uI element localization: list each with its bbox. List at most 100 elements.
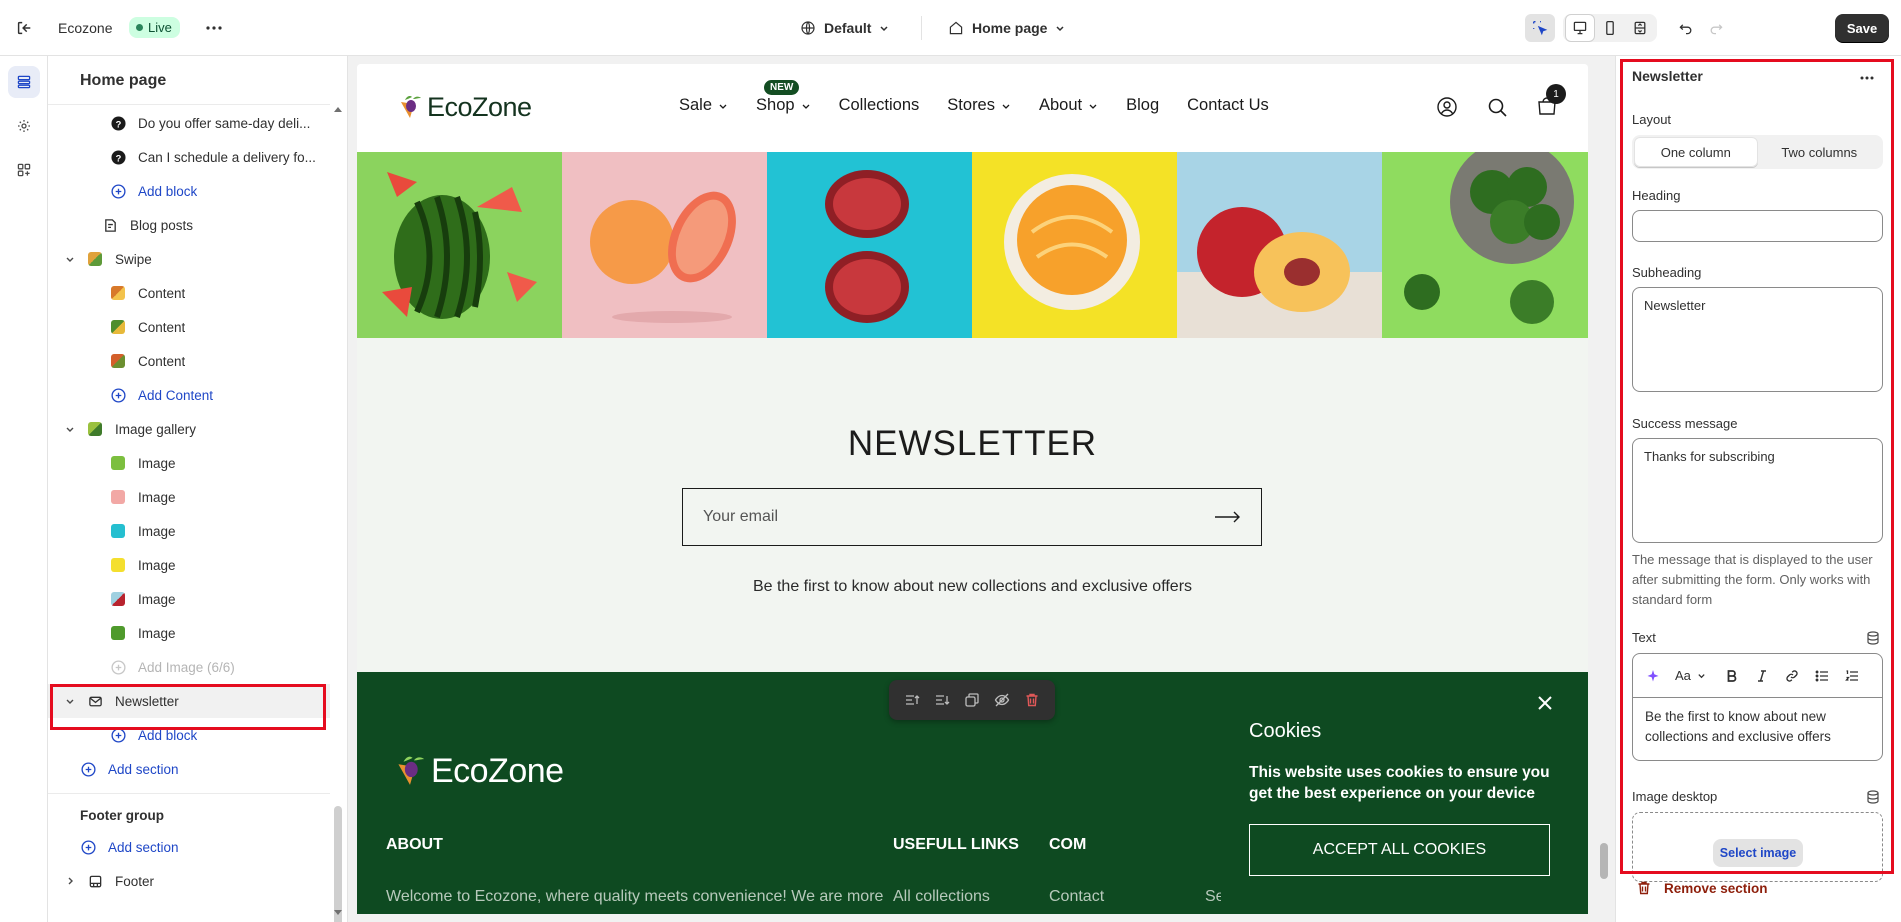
image-gallery-section[interactable] xyxy=(357,152,1588,338)
sidebar-scroll-thumb[interactable] xyxy=(334,806,342,922)
image-desktop-dropzone[interactable]: Select image xyxy=(1632,812,1883,882)
sidebar-item-faq-1[interactable]: ? Do you offer same-day deli... xyxy=(48,106,330,140)
fullwidth-view-button[interactable] xyxy=(1625,14,1655,42)
sidebar-item-blog-posts[interactable]: Blog posts xyxy=(48,208,330,242)
nav-about[interactable]: About xyxy=(1039,96,1098,115)
apps-tab[interactable] xyxy=(8,154,40,186)
cart-button[interactable]: 1 xyxy=(1536,84,1566,119)
accept-cookies-button[interactable]: ACCEPT ALL COOKIES xyxy=(1249,824,1550,876)
gallery-image-watermelon[interactable] xyxy=(357,152,562,338)
sidebar-item-image[interactable]: Image xyxy=(48,446,330,480)
duplicate-button[interactable] xyxy=(959,687,985,713)
sidebar-item-image[interactable]: Image xyxy=(48,548,330,582)
footer-link-contact[interactable]: Contact xyxy=(1049,888,1104,906)
move-up-button[interactable] xyxy=(899,687,925,713)
sections-tab[interactable] xyxy=(8,66,40,98)
theme-settings-tab[interactable] xyxy=(8,110,40,142)
sidebar-item-faq-2[interactable]: ? Can I schedule a delivery fo... xyxy=(48,140,330,174)
sidebar-item-image[interactable]: Image xyxy=(48,582,330,616)
footer-add-section-button[interactable]: Add section xyxy=(48,830,330,864)
layout-two-columns[interactable]: Two columns xyxy=(1758,137,1882,167)
select-image-button[interactable]: Select image xyxy=(1713,839,1803,867)
nav-sale[interactable]: Sale xyxy=(679,96,728,115)
add-block-button[interactable]: Add block xyxy=(48,718,330,752)
close-cookie-button[interactable] xyxy=(1534,692,1556,714)
nav-stores[interactable]: Stores xyxy=(947,96,1011,115)
page-selector[interactable]: Home page xyxy=(948,16,1065,40)
exit-button[interactable] xyxy=(12,16,36,40)
heading-input[interactable] xyxy=(1632,210,1883,242)
arrow-right-icon[interactable] xyxy=(1215,511,1241,523)
rte-content[interactable]: Be the first to know about new collectio… xyxy=(1633,698,1882,756)
font-style-dropdown[interactable]: Aa xyxy=(1671,664,1710,688)
move-down-button[interactable] xyxy=(929,687,955,713)
nav-collections[interactable]: Collections xyxy=(839,96,920,115)
footer-logo[interactable]: EcoZone xyxy=(393,752,564,791)
nav-shop[interactable]: NEW Shop xyxy=(756,80,811,115)
success-message-textarea[interactable]: Thanks for subscribing xyxy=(1632,438,1883,543)
sidebar-item-image-gallery[interactable]: Image gallery xyxy=(48,412,330,446)
chevron-down-icon[interactable] xyxy=(63,694,77,708)
ai-generate-button[interactable] xyxy=(1641,664,1665,688)
account-icon[interactable] xyxy=(1436,96,1458,118)
preview-scrollbar[interactable] xyxy=(1592,56,1614,922)
text-rich-editor[interactable]: Aa Be the first to know about new collec… xyxy=(1632,653,1883,761)
nav-contact[interactable]: Contact Us xyxy=(1187,96,1269,115)
hide-button[interactable] xyxy=(989,687,1015,713)
link-icon xyxy=(1786,669,1798,682)
chevron-right-icon[interactable] xyxy=(63,874,77,888)
sidebar-item-newsletter[interactable]: Newsletter xyxy=(48,684,330,718)
add-section-button[interactable]: Add section xyxy=(48,752,330,786)
sidebar-item-image[interactable]: Image xyxy=(48,616,330,650)
preview-scroll-thumb[interactable] xyxy=(1600,843,1608,879)
gallery-image-pomegranate[interactable] xyxy=(767,152,972,338)
delete-button[interactable] xyxy=(1019,687,1045,713)
store-logo[interactable]: EcoZone xyxy=(397,92,532,123)
sidebar-item-content[interactable]: Content xyxy=(48,276,330,310)
add-block-button[interactable]: Add block xyxy=(48,174,330,208)
gallery-image-tangerine[interactable] xyxy=(972,152,1177,338)
sidebar-item-swipe[interactable]: Swipe xyxy=(48,242,330,276)
inspector-button[interactable] xyxy=(1525,14,1555,42)
search-icon[interactable] xyxy=(1486,96,1508,118)
remove-section-button[interactable]: Remove section xyxy=(1636,880,1768,896)
sidebar-item-image[interactable]: Image xyxy=(48,480,330,514)
sections-icon xyxy=(17,75,31,89)
chevron-down-icon[interactable] xyxy=(63,252,77,266)
chevron-down-icon[interactable] xyxy=(63,422,77,436)
sidebar-item-content[interactable]: Content xyxy=(48,344,330,378)
gallery-image-peach[interactable] xyxy=(1177,152,1382,338)
desktop-view-button[interactable] xyxy=(1565,14,1595,42)
footer-section[interactable]: EcoZone ABOUT USEFULL LINKS COM Welcome … xyxy=(357,672,1588,914)
bold-button[interactable] xyxy=(1720,664,1744,688)
sidebar-scrollbar[interactable] xyxy=(331,106,345,922)
sidebar-item-footer[interactable]: Footer xyxy=(48,864,330,898)
layout-one-column[interactable]: One column xyxy=(1634,137,1758,167)
section-more-button[interactable] xyxy=(1855,66,1879,90)
redo-icon xyxy=(1710,24,1723,35)
sidebar-item-content[interactable]: Content xyxy=(48,310,330,344)
numbered-list-button[interactable] xyxy=(1840,664,1864,688)
theme-selector[interactable]: Default xyxy=(800,16,889,40)
store-preview[interactable]: EcoZone Sale NEW Shop Collections Stores xyxy=(357,64,1588,914)
add-content-button[interactable]: Add Content xyxy=(48,378,330,412)
dynamic-source-button[interactable] xyxy=(1865,789,1881,805)
newsletter-email-input[interactable]: Your email xyxy=(682,488,1262,546)
sidebar-item-image[interactable]: Image xyxy=(48,514,330,548)
footer-link-all-collections[interactable]: All collections xyxy=(893,888,990,906)
newsletter-section[interactable]: NEWSLETTER Your email Be the first to kn… xyxy=(357,338,1588,672)
save-button[interactable]: Save xyxy=(1835,14,1889,42)
gallery-image-broccoli[interactable] xyxy=(1382,152,1588,338)
italic-button[interactable] xyxy=(1750,664,1774,688)
subheading-textarea[interactable]: Newsletter xyxy=(1632,287,1883,392)
undo-button[interactable] xyxy=(1671,14,1701,42)
link-button[interactable] xyxy=(1780,664,1804,688)
gallery-image-grapefruit[interactable] xyxy=(562,152,767,338)
bullet-list-button[interactable] xyxy=(1810,664,1834,688)
more-actions-button[interactable] xyxy=(202,16,226,40)
dynamic-source-button[interactable] xyxy=(1865,630,1881,646)
redo-button[interactable] xyxy=(1701,14,1731,42)
nav-blog[interactable]: Blog xyxy=(1126,96,1159,115)
mobile-view-button[interactable] xyxy=(1595,14,1625,42)
sidebar-item-label: Image xyxy=(138,591,176,607)
